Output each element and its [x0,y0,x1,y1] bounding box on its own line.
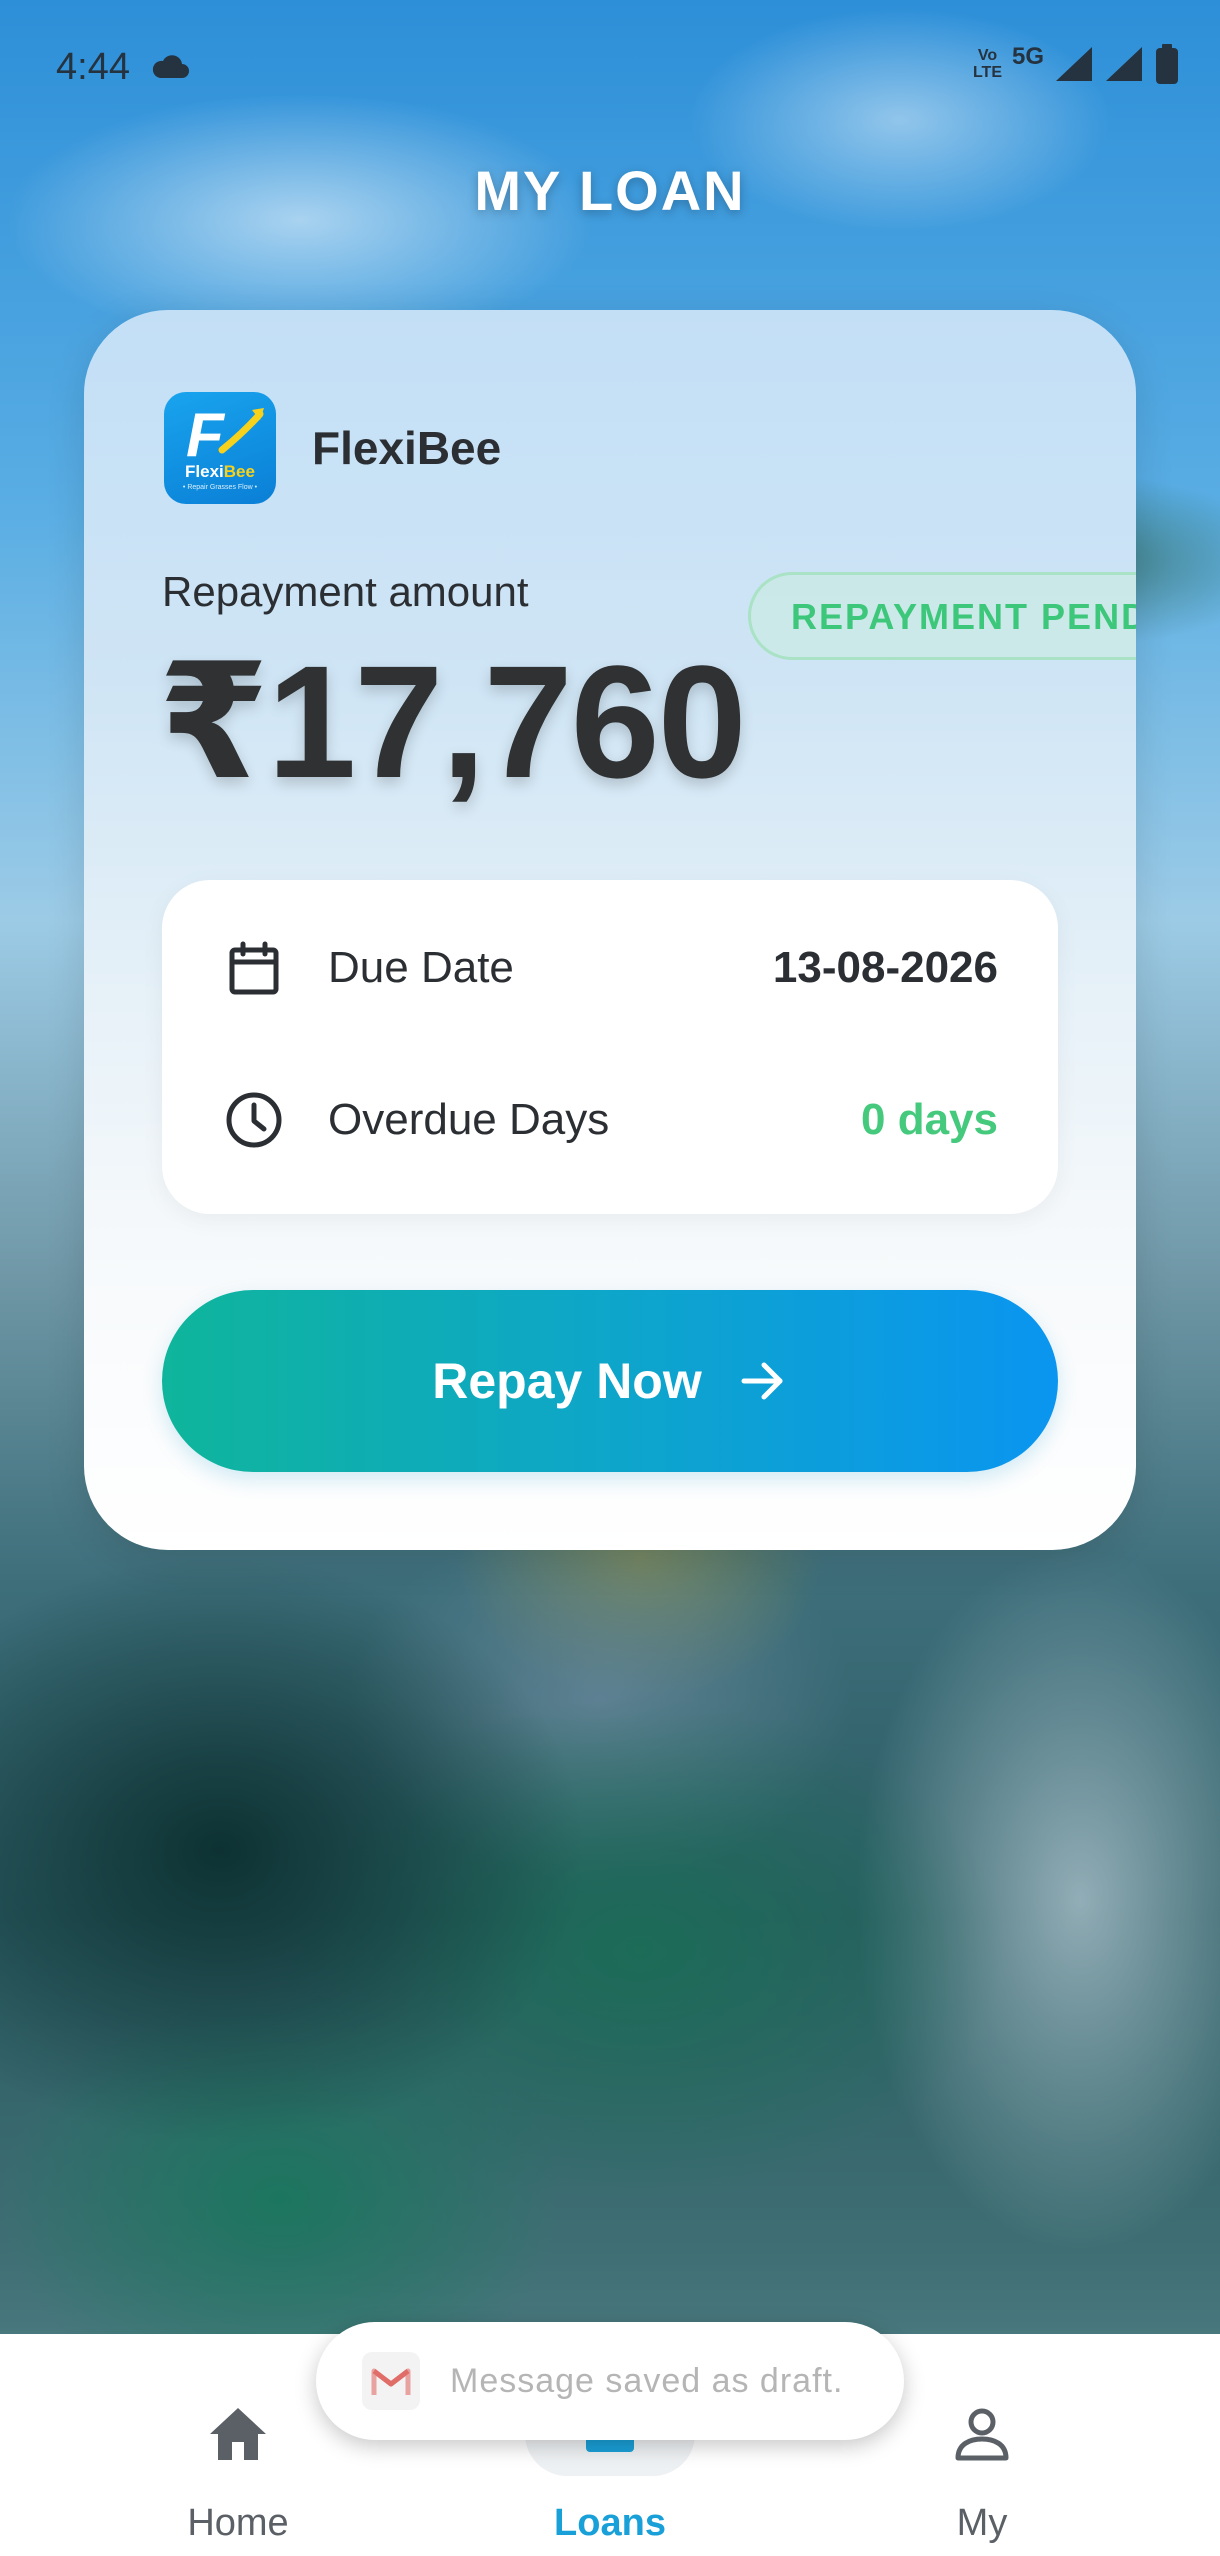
loan-details: Due Date 13-08-2026 Overdue Days 0 days [162,880,1058,1214]
home-icon [210,2408,266,2460]
repayment-amount-label: Repayment amount [162,568,529,615]
draft-saved-toast: Message saved as draft. [316,2322,904,2440]
logo-text-accent: Bee [223,462,255,481]
nav-loans-label: Loans [554,2502,666,2544]
clock-icon [226,1092,282,1148]
person-icon [955,2408,1009,2461]
overdue-days-row: Overdue Days 0 days [222,1080,998,1160]
nav-home-icon-wrap [153,2392,323,2476]
repay-now-label: Repay Now [432,1353,702,1409]
signal-icon [1056,47,1092,81]
due-date-value: 13-08-2026 [772,943,998,992]
lender-brand: F FlexiBee • Repair Grasses Flow • Flexi… [164,392,501,504]
loan-card: F FlexiBee • Repair Grasses Flow • Flexi… [84,310,1136,1550]
gmail-logo-icon [371,2368,411,2395]
nav-home-label: Home [187,2502,289,2544]
status-time: 4:44 [56,46,130,88]
status-badge: REPAYMENT PENDING [748,572,1136,660]
page-title: MY LOAN [474,159,746,222]
due-date-row: Due Date 13-08-2026 [222,928,998,1008]
flexibee-logo: F FlexiBee • Repair Grasses Flow • [164,392,276,504]
repay-now-button[interactable]: Repay Now [162,1290,1058,1472]
due-date-label: Due Date [328,943,514,992]
logo-text-primary: Flexi [185,462,224,481]
volte-bottom: LTE [972,64,1002,81]
volte-top: Vo [977,47,998,64]
gmail-icon [362,2352,420,2410]
logo-wordmark: FlexiBee [164,462,276,482]
nav-my-label: My [956,2502,1008,2544]
calendar-icon [229,941,279,995]
overdue-days-label: Overdue Days [328,1095,610,1144]
loan-screen: 4:44 Vo LTE 5G MY LOAN F FlexiBee • Repa… [0,0,1220,2556]
overdue-days-value: 0 days [861,1095,998,1144]
battery-icon [1156,44,1178,84]
status-icons: Vo LTE 5G [973,43,1180,84]
status-bar: 4:44 Vo LTE 5G [0,0,1220,130]
lender-name: FlexiBee [312,422,502,474]
toast-message: Message saved as draft. [450,2361,844,2400]
arrow-right-icon [741,1362,783,1400]
network-type: 5G [1011,43,1044,70]
nav-my-icon-wrap [897,2392,1067,2476]
volte-indicator: Vo LTE [973,47,1002,81]
logo-tagline: • Repair Grasses Flow • [182,484,258,491]
signal-icon [1106,47,1142,81]
repayment-amount: ₹17,760 [158,632,747,811]
cloud-icon [152,55,189,78]
